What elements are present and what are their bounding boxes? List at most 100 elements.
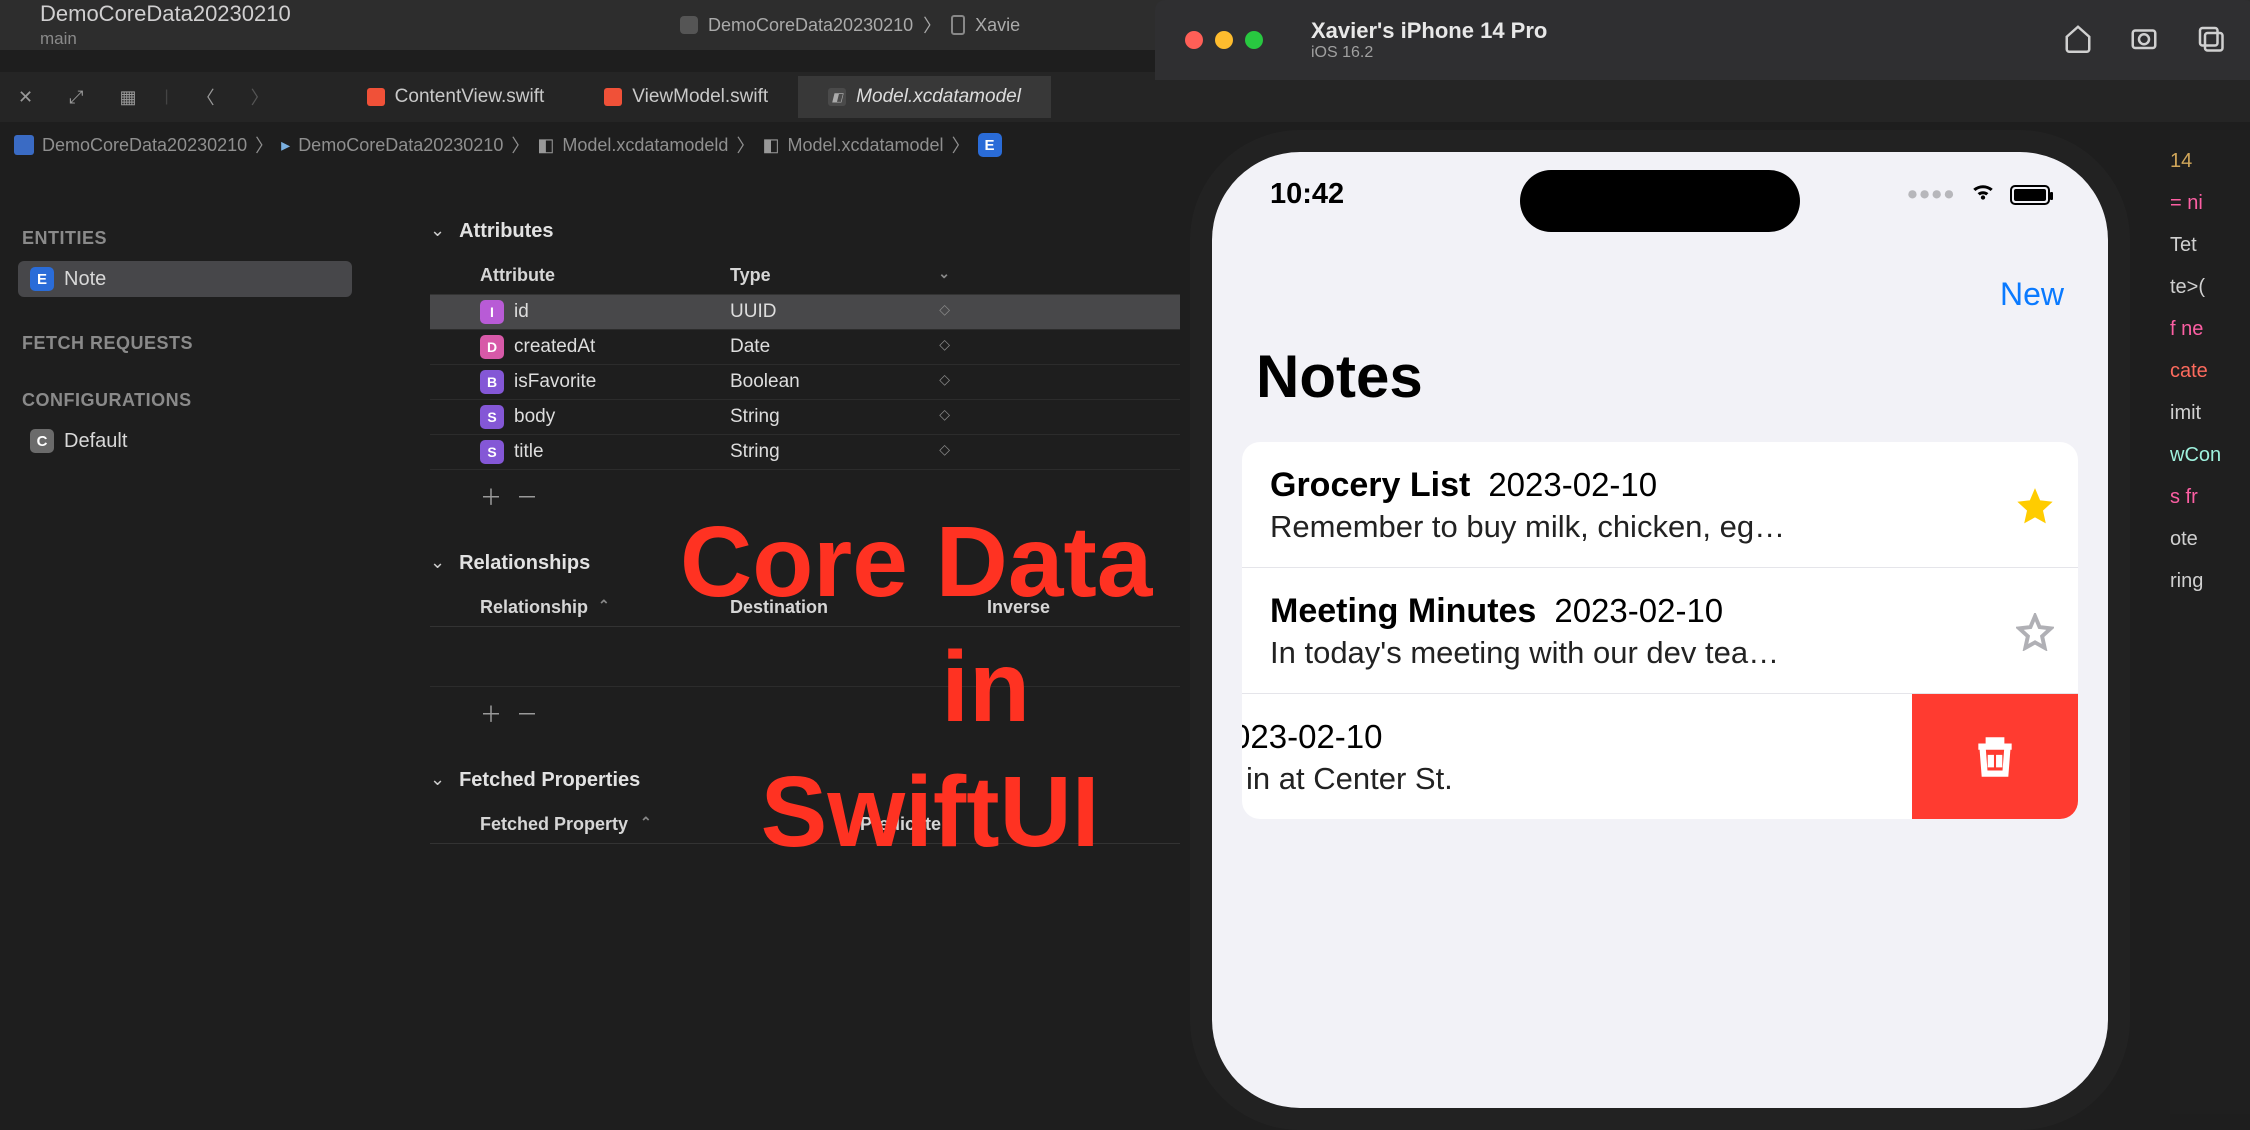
attribute-name: isFavorite: [514, 371, 730, 393]
type-badge-icon: S: [480, 440, 504, 464]
note-date: 2023-02-10: [1554, 592, 1723, 630]
fetched-properties-section-header[interactable]: ⌄ Fetched Properties: [430, 769, 1180, 792]
attribute-name: body: [514, 406, 730, 428]
outline-sidebar: ENTITIES E Note FETCH REQUESTS CONFIGURA…: [0, 170, 370, 1114]
close-icon[interactable]: [1185, 31, 1203, 49]
simulator-os-version: iOS 16.2: [1311, 44, 1547, 62]
grid-icon[interactable]: ▦: [112, 83, 145, 112]
folder-icon: ▸: [281, 135, 290, 156]
add-remove-attribute[interactable]: ＋ －: [430, 470, 1180, 512]
note-body: Remember to buy milk, chicken, eg…: [1270, 509, 2006, 545]
sidebar-item-note[interactable]: E Note: [18, 261, 352, 297]
model-editor: ⌄ Attributes Attribute Type⌄ I id UUID◇D…: [370, 170, 1180, 1114]
plus-icon[interactable]: ＋: [480, 697, 502, 729]
configurations-heading: CONFIGURATIONS: [22, 390, 352, 411]
chevron-up-icon[interactable]: ⌃: [598, 597, 610, 618]
new-note-button[interactable]: New: [2000, 276, 2064, 313]
dynamic-island: [1520, 170, 1800, 232]
add-remove-relationship[interactable]: ＋ －: [430, 687, 1180, 729]
attributes-section-header[interactable]: ⌄ Attributes: [430, 220, 1180, 243]
attribute-type[interactable]: UUID◇: [730, 301, 990, 323]
attribute-type[interactable]: String◇: [730, 441, 990, 463]
plus-icon[interactable]: ＋: [480, 480, 502, 512]
note-date: 2023-02-10: [1242, 718, 1383, 756]
project-name: DemoCoreData20230210: [40, 1, 291, 27]
page-title: Notes: [1256, 342, 1423, 411]
list-item[interactable]: Meeting Minutes 2023-02-10 In today's me…: [1242, 568, 2078, 694]
attribute-row[interactable]: D createdAt Date◇: [430, 330, 1180, 365]
list-item[interactable]: Grocery List 2023-02-10 Remember to buy …: [1242, 442, 2078, 568]
tab-viewmodel[interactable]: ViewModel.swift: [574, 76, 798, 118]
entity-icon: E: [30, 267, 54, 291]
chevron-down-icon: ⌄: [430, 220, 445, 241]
note-body: M check in at Center St.: [1242, 761, 1886, 797]
attribute-name: createdAt: [514, 336, 730, 358]
datamodel-icon: ◧: [762, 135, 779, 156]
tab-bar: ContentView.swift ViewModel.swift ◧ Mode…: [337, 76, 1051, 118]
chevron-down-icon: ⌄: [430, 769, 445, 790]
chevron-down-icon[interactable]: ⌄: [938, 265, 950, 286]
nav-back-icon[interactable]: 〈: [189, 80, 223, 114]
note-body: In today's meeting with our dev tea…: [1270, 635, 2006, 671]
branch-name: main: [40, 29, 291, 49]
attribute-type[interactable]: Date◇: [730, 336, 990, 358]
window-icon[interactable]: [2195, 23, 2225, 58]
config-icon: C: [30, 429, 54, 453]
type-badge-icon: S: [480, 405, 504, 429]
attribute-row[interactable]: B isFavorite Boolean◇: [430, 365, 1180, 400]
recording-indicator-icon: ••••: [1907, 179, 1956, 212]
expand-icon[interactable]: ⤢: [61, 83, 91, 112]
favorite-star-icon[interactable]: [2016, 487, 2054, 525]
swift-icon: [367, 88, 385, 106]
datamodel-icon: ◧: [537, 135, 554, 156]
attribute-row[interactable]: S body String◇: [430, 400, 1180, 435]
iphone-screen[interactable]: 10:42 •••• New Notes Grocery List 2023-0…: [1212, 152, 2108, 1108]
fetch-requests-heading: FETCH REQUESTS: [22, 333, 352, 354]
tab-model[interactable]: ◧ Model.xcdatamodel: [798, 76, 1051, 118]
nav-fwd-icon[interactable]: 〉: [243, 80, 277, 114]
attribute-row[interactable]: S title String◇: [430, 435, 1180, 470]
attribute-type[interactable]: Boolean◇: [730, 371, 990, 393]
relationship-column-headers: Relationship⌃ Destination Inverse: [430, 587, 1180, 627]
battery-icon: [2010, 185, 2050, 205]
delete-action-button[interactable]: [1912, 694, 2078, 819]
chevron-up-icon[interactable]: ⌃: [640, 814, 652, 835]
note-title: Meeting Minutes: [1270, 592, 1536, 631]
device-icon: [951, 15, 965, 35]
attribute-row[interactable]: I id UUID◇: [430, 295, 1180, 330]
swift-icon: [604, 88, 622, 106]
app-icon: [680, 16, 698, 34]
wifi-icon: [1970, 178, 1996, 212]
code-editor-sliver: 14= niTette>(f necateimitwCons frotering: [2170, 130, 2250, 1114]
entity-icon: E: [978, 133, 1002, 157]
attribute-column-headers: Attribute Type⌄: [430, 255, 1180, 295]
minimize-icon[interactable]: [1215, 31, 1233, 49]
notes-list[interactable]: Grocery List 2023-02-10 Remember to buy …: [1242, 442, 2078, 819]
entities-heading: ENTITIES: [22, 228, 352, 249]
status-time: 10:42: [1270, 178, 1344, 212]
simulator-window-titlebar[interactable]: Xavier's iPhone 14 Pro iOS 16.2: [1155, 0, 2250, 80]
iphone-device-frame: 10:42 •••• New Notes Grocery List 2023-0…: [1190, 130, 2130, 1130]
type-badge-icon: D: [480, 335, 504, 359]
top-breadcrumb: DemoCoreData20230210 〉 Xavie: [680, 12, 1020, 38]
list-item[interactable]: nder 2023-02-10 M check in at Center St.: [1242, 694, 2078, 819]
type-badge-icon: B: [480, 370, 504, 394]
fetched-property-column-headers: Fetched Property⌃ Predicate: [430, 804, 1180, 844]
screenshot-icon[interactable]: [2129, 23, 2159, 58]
attribute-name: title: [514, 441, 730, 463]
relationships-section-header[interactable]: ⌄ Relationships: [430, 552, 1180, 575]
tab-contentview[interactable]: ContentView.swift: [337, 76, 575, 118]
minus-icon[interactable]: －: [516, 480, 538, 512]
favorite-star-icon[interactable]: [2016, 613, 2054, 651]
home-icon[interactable]: [2063, 23, 2093, 58]
zoom-icon[interactable]: [1245, 31, 1263, 49]
minus-icon[interactable]: －: [516, 697, 538, 729]
attribute-type[interactable]: String◇: [730, 406, 990, 428]
traffic-lights[interactable]: [1185, 31, 1263, 49]
datamodel-icon: ◧: [828, 88, 846, 106]
simulator-device-name: Xavier's iPhone 14 Pro: [1311, 18, 1547, 44]
sidebar-item-default[interactable]: C Default: [18, 423, 352, 459]
note-title: Grocery List: [1270, 466, 1470, 505]
note-date: 2023-02-10: [1488, 466, 1657, 504]
close-icon[interactable]: ✕: [10, 83, 41, 112]
